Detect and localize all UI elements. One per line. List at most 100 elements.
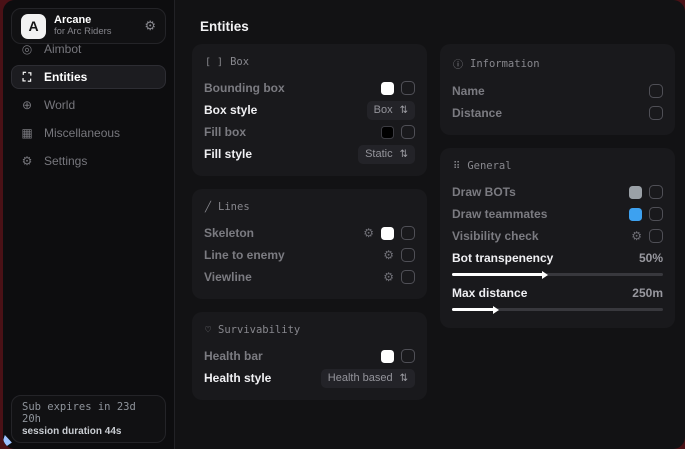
- row-bounding-box: Bounding box: [204, 77, 415, 99]
- sidebar: A Arcane for Arc Riders ⚙ Category ◎Aimb…: [3, 0, 175, 449]
- panel-survivability: ♡SurvivabilityHealth barHealth styleHeal…: [192, 312, 427, 400]
- brand-card: A Arcane for Arc Riders ⚙: [11, 8, 166, 44]
- chevron-updown-icon: ⇅: [400, 373, 408, 384]
- sidebar-item-label: Miscellaneous: [44, 126, 120, 140]
- dropdown-health-style[interactable]: Health based ⇅: [321, 369, 415, 388]
- color-swatch[interactable]: [629, 186, 642, 199]
- row-fill-style: Fill style Static⇅: [204, 143, 415, 165]
- world-icon: ⊕: [20, 98, 34, 112]
- brand-name: Arcane: [54, 14, 112, 27]
- row-fill-box: Fill box: [204, 121, 415, 143]
- brand-subtitle: for Arc Riders: [54, 27, 112, 38]
- panel-title: Survivability: [218, 324, 300, 336]
- app-window: A Arcane for Arc Riders ⚙ Category ◎Aimb…: [3, 0, 685, 449]
- row-label: Visibility check: [452, 229, 539, 243]
- checkbox-health-bar[interactable]: [401, 349, 415, 363]
- row-box-style: Box style Box ⇅: [204, 99, 415, 121]
- brand-logo: A: [21, 14, 46, 39]
- dropdown-value: Box: [374, 104, 393, 116]
- row-label: Viewline: [204, 270, 252, 284]
- gear-icon[interactable]: ⚙: [383, 271, 394, 283]
- row-draw-bots: Draw BOTs: [452, 181, 663, 203]
- row-draw-teammates: Draw teammates: [452, 203, 663, 225]
- sidebar-item-label: World: [44, 98, 75, 112]
- checkbox-bounding-box[interactable]: [401, 81, 415, 95]
- panel-title: Information: [470, 58, 540, 70]
- dropdown-box-style[interactable]: Box ⇅: [367, 101, 415, 120]
- session-duration-text: session duration 44s: [22, 426, 155, 437]
- subscription-card: Sub expires in 23d 20h session duration …: [11, 395, 166, 443]
- row-label: Health bar: [204, 349, 263, 363]
- slider-fill: [452, 308, 494, 311]
- row-label: Fill style: [204, 147, 252, 161]
- row-visibility-check: Visibility check ⚙: [452, 225, 663, 247]
- color-swatch[interactable]: [381, 126, 394, 139]
- checkbox-skeleton[interactable]: [401, 226, 415, 240]
- slider-max-distance[interactable]: [452, 308, 663, 311]
- panel-header-box: [ ]Box: [205, 56, 415, 68]
- sidebar-item-label: Entities: [44, 70, 87, 84]
- panel-header-general: ⠿General: [453, 160, 663, 172]
- lines-icon: ╱: [205, 202, 211, 213]
- dropdown-fill-style[interactable]: Static⇅: [358, 145, 415, 164]
- checkbox-draw-bots[interactable]: [649, 185, 663, 199]
- entities-icon: ⛶: [20, 70, 34, 85]
- slider-bot-transpenency[interactable]: [452, 273, 663, 276]
- sidebar-nav: ◎ Aimbot ⛶ Entities ⊕ World ▦Miscellaneous ⚙Set…: [3, 37, 174, 173]
- row-health-style: Health styleHealth based⇅: [204, 367, 415, 389]
- checkbox-draw-teammates[interactable]: [649, 207, 663, 221]
- slider-value-max-distance: 250m: [632, 286, 663, 300]
- panel-information: ⓘ Information Name Distance: [440, 44, 675, 135]
- color-swatch[interactable]: [381, 350, 394, 363]
- row-label: Line to enemy: [204, 248, 285, 262]
- dropdown-value: Static: [365, 148, 393, 160]
- checkbox-name[interactable]: [649, 84, 663, 98]
- panel-box: [ ]Box Bounding box Box style Box ⇅ Fill box F…: [192, 44, 427, 176]
- checkbox-fill-box[interactable]: [401, 125, 415, 139]
- row-label: Box style: [204, 103, 257, 117]
- sidebar-item-world[interactable]: ⊕ World: [11, 93, 166, 117]
- sidebar-item-label: Aimbot: [44, 42, 81, 56]
- color-swatch[interactable]: [381, 82, 394, 95]
- panel-lines: ╱ Lines Skeleton ⚙ Line to enemy ⚙ Viewline ⚙: [192, 189, 427, 299]
- panel-header-survivability: ♡ Survivability: [205, 324, 415, 336]
- panel-title: Box: [230, 56, 249, 68]
- gear-icon[interactable]: ⚙: [363, 227, 374, 239]
- sub-expiry-text: Sub expires in 23d 20h: [22, 401, 155, 425]
- sidebar-item-settings[interactable]: ⚙Settings: [11, 149, 166, 173]
- row-label: Skeleton: [204, 226, 254, 240]
- checkbox-line-to-enemy[interactable]: [401, 248, 415, 262]
- row-line-to-enemy: Line to enemy ⚙: [204, 244, 415, 266]
- left-column: [ ]Box Bounding box Box style Box ⇅ Fill box F…: [192, 44, 427, 400]
- dropdown-value: Health based: [328, 372, 393, 384]
- aimbot-icon: ◎: [20, 42, 34, 56]
- mouse-cursor: [3, 435, 13, 449]
- settings-icon: ⚙: [20, 154, 34, 168]
- row-label: Fill box: [204, 125, 246, 139]
- sidebar-item-miscellaneous[interactable]: ▦Miscellaneous: [11, 121, 166, 145]
- row-name: Name: [452, 80, 663, 102]
- sidebar-item-entities[interactable]: ⛶ Entities: [11, 65, 166, 89]
- chevron-updown-icon: ⇅: [400, 105, 408, 116]
- gear-icon[interactable]: ⚙: [631, 230, 642, 242]
- checkbox-viewline[interactable]: [401, 270, 415, 284]
- color-swatch[interactable]: [629, 208, 642, 221]
- gear-icon[interactable]: ⚙: [144, 18, 156, 34]
- survivability-icon: ♡: [205, 325, 211, 336]
- color-swatch[interactable]: [381, 227, 394, 240]
- row-label: Max distance: [452, 286, 527, 300]
- checkbox-distance[interactable]: [649, 106, 663, 120]
- row-label: Name: [452, 84, 485, 98]
- page-title: Entities: [176, 0, 685, 34]
- row-label: Bot transpenency: [452, 251, 553, 265]
- checkbox-visibility-check[interactable]: [649, 229, 663, 243]
- general-icon: ⠿: [453, 161, 460, 172]
- row-skeleton: Skeleton ⚙: [204, 222, 415, 244]
- information-icon: ⓘ: [453, 56, 463, 71]
- row-label: Draw BOTs: [452, 185, 516, 199]
- main-content: Entities [ ]Box Bounding box Box style Box ⇅…: [176, 0, 685, 449]
- row-label: Bounding box: [204, 81, 285, 95]
- panel-title: Lines: [218, 201, 250, 213]
- gear-icon[interactable]: ⚙: [383, 249, 394, 261]
- row-label: Distance: [452, 106, 502, 120]
